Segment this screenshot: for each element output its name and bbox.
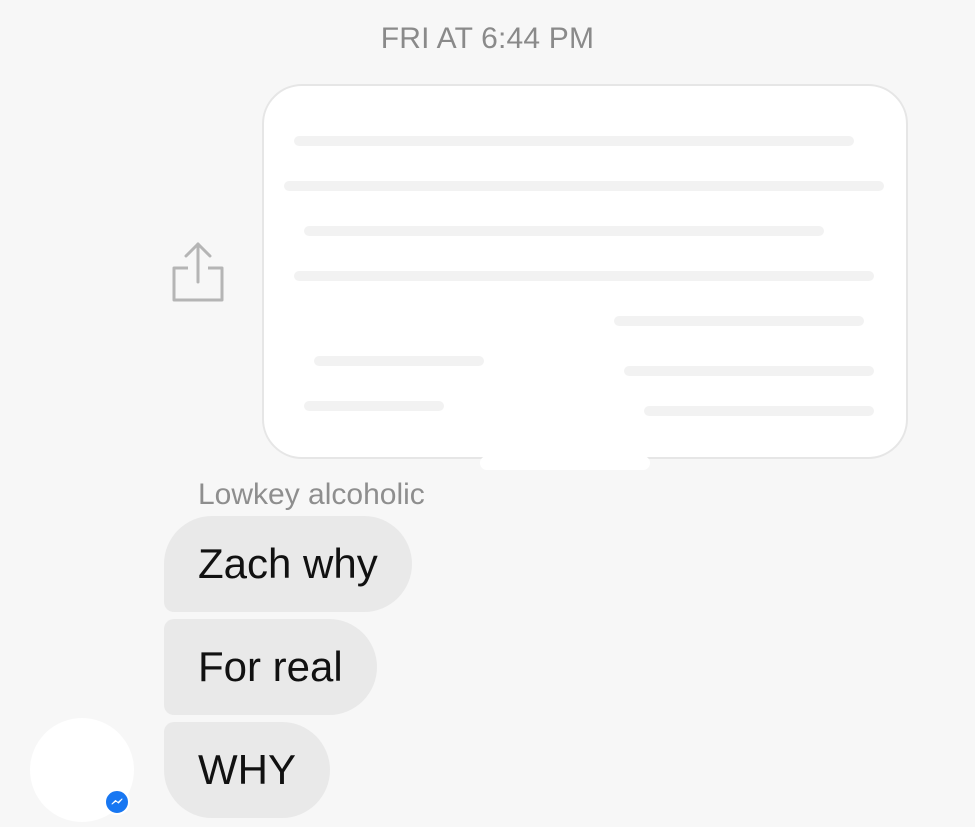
redacted-line xyxy=(304,226,824,236)
redacted-line xyxy=(314,356,484,366)
message-timestamp: FRI AT 6:44 PM xyxy=(380,22,595,55)
message-bubble[interactable]: WHY xyxy=(164,722,330,818)
share-upload-icon[interactable] xyxy=(168,238,228,308)
redacted-line xyxy=(614,316,864,326)
redacted-line xyxy=(624,366,874,376)
message-bubble[interactable]: For real xyxy=(164,619,377,715)
shared-attachment-card[interactable] xyxy=(262,84,908,459)
attachment-edge xyxy=(480,456,650,470)
redacted-line xyxy=(644,406,874,416)
redacted-line xyxy=(294,271,874,281)
conversation-view: FRI AT 6:44 PM Lowkey alcoholic Zach why… xyxy=(0,0,975,827)
redacted-line xyxy=(294,136,854,146)
sender-name: Lowkey alcoholic xyxy=(198,478,425,511)
redacted-line xyxy=(304,401,444,411)
message-bubble[interactable]: Zach why xyxy=(164,516,412,612)
messenger-icon xyxy=(104,789,130,815)
redacted-line xyxy=(284,181,884,191)
